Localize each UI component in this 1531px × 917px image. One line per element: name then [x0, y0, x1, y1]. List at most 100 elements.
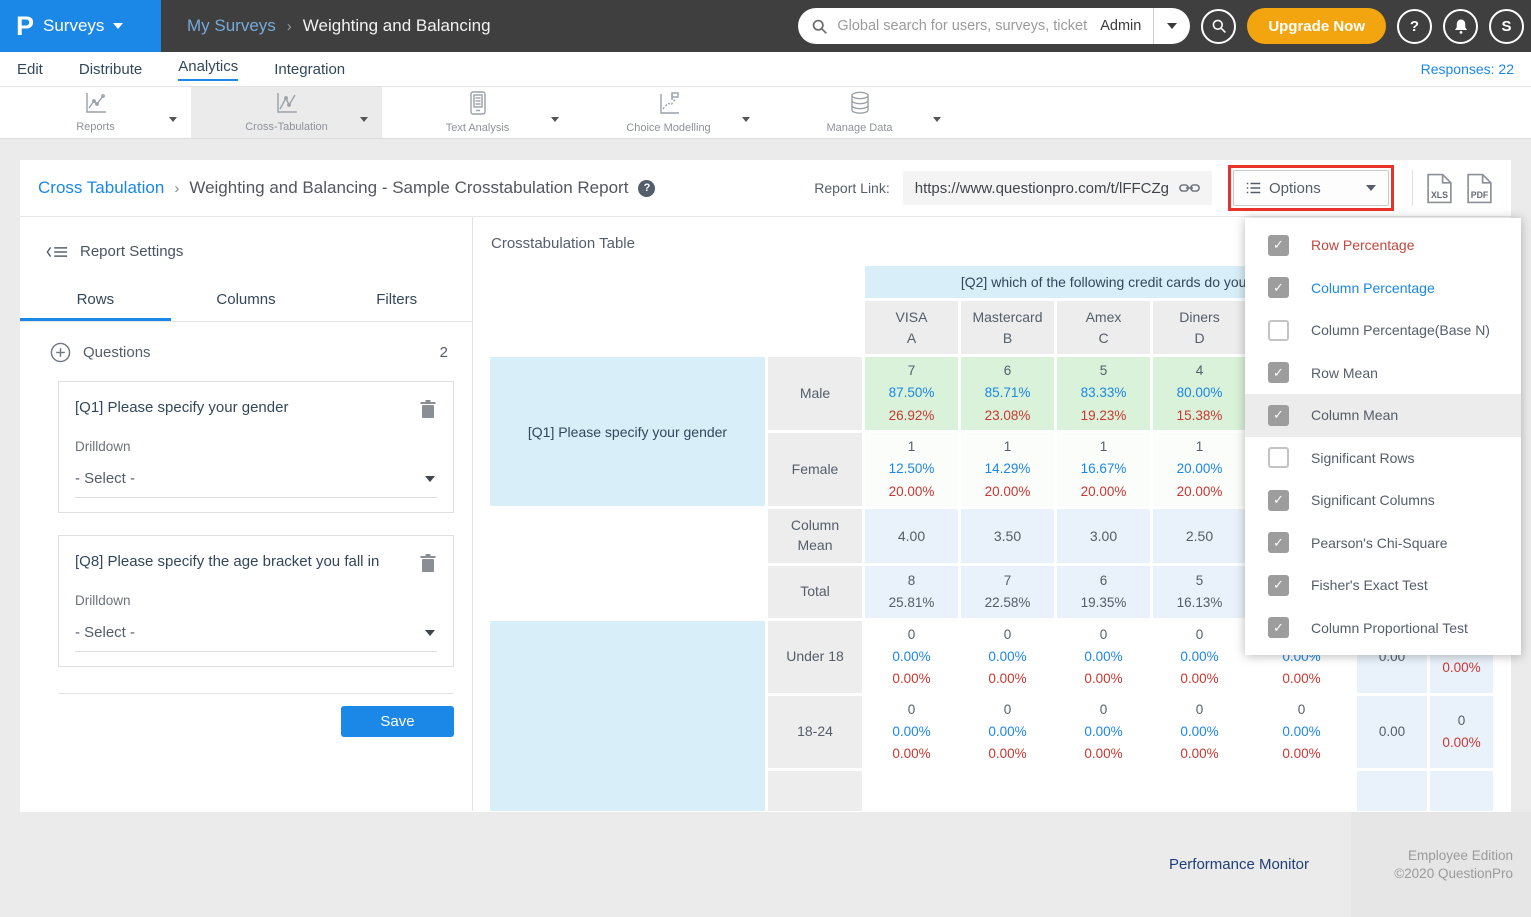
option-significant-columns[interactable]: ✓Significant Columns [1245, 479, 1521, 522]
option-label: Column Percentage [1311, 280, 1435, 296]
search-scope-dropdown[interactable] [1154, 8, 1190, 44]
checkbox-checked-icon[interactable]: ✓ [1268, 277, 1289, 298]
option-column-percentage[interactable]: ✓ Column Percentage [1245, 267, 1521, 310]
checkbox-checked-icon[interactable]: ✓ [1268, 362, 1289, 383]
breadcrumb-separator: › [287, 18, 292, 35]
checkbox-checked-icon[interactable]: ✓ [1268, 617, 1289, 638]
ribbon-tab-reports[interactable]: Reports [0, 87, 191, 138]
collapse-panel-icon[interactable] [46, 244, 68, 260]
ribbon-tab-cross-tabulation[interactable]: Cross-Tabulation [191, 87, 382, 138]
separator: › [174, 180, 179, 197]
drilldown-select[interactable]: - Select - [75, 458, 437, 498]
survey-nav: EditDistributeAnalyticsIntegration Respo… [0, 52, 1531, 87]
questionpro-logo: P [16, 13, 34, 40]
row-mean-cell: 0.00 [1357, 696, 1427, 768]
delete-question-icon[interactable] [419, 553, 437, 573]
settings-tab-filters[interactable]: Filters [321, 280, 472, 321]
chevron-down-icon[interactable] [169, 109, 177, 127]
help-icon[interactable]: ? [638, 180, 655, 197]
data-cell [1153, 771, 1246, 811]
ribbon-tab-manage-data[interactable]: Manage Data [764, 87, 955, 138]
reports-chart-icon [84, 92, 108, 119]
checkbox-unchecked-icon[interactable] [1268, 320, 1289, 341]
data-cell: 685.71%23.08% [961, 357, 1054, 430]
search-icon [811, 18, 828, 35]
question-title: [Q8] Please specify the age bracket you … [75, 553, 419, 570]
checkbox-checked-icon[interactable]: ✓ [1268, 405, 1289, 426]
option-significant-rows[interactable]: Significant Rows [1245, 437, 1521, 480]
add-questions-icon[interactable] [50, 342, 71, 363]
cross-tabulation-link[interactable]: Cross Tabulation [38, 178, 164, 198]
option-column-percentage-base-n[interactable]: Column Percentage(Base N) [1245, 309, 1521, 352]
option-label: Column Percentage(Base N) [1311, 322, 1490, 338]
data-cell: 00.00%0.00% [961, 696, 1054, 768]
option-column-proportional-test[interactable]: ✓ Column Proportional Test [1245, 607, 1521, 650]
report-settings-title: Report Settings [80, 243, 183, 260]
chevron-down-icon[interactable] [742, 109, 750, 127]
notifications-button[interactable] [1443, 9, 1478, 44]
chevron-down-icon[interactable] [551, 109, 559, 127]
account-avatar[interactable]: S [1489, 9, 1524, 44]
option-pearson-s-chi-square[interactable]: ✓Pearson's Chi-Square [1245, 522, 1521, 565]
checkbox-checked-icon[interactable]: ✓ [1268, 235, 1289, 256]
option-column-mean[interactable]: ✓ Column Mean [1245, 394, 1521, 437]
search-scope[interactable]: Admin [1088, 18, 1153, 34]
nav-item-distribute[interactable]: Distribute [79, 52, 142, 86]
link-icon[interactable] [1179, 181, 1200, 195]
option-row-percentage[interactable]: ✓Row Percentage [1245, 224, 1521, 267]
report-link-label: Report Link: [814, 180, 889, 196]
chevron-down-icon[interactable] [360, 109, 368, 127]
options-label: Options [1269, 180, 1321, 197]
performance-monitor-link[interactable]: Performance Monitor [1169, 856, 1309, 873]
questions-count: 2 [440, 344, 454, 361]
ribbon-tab-text-analysis[interactable]: Text Analysis [382, 87, 573, 138]
checkbox-unchecked-icon[interactable] [1268, 447, 1289, 468]
settings-tab-rows[interactable]: Rows [20, 280, 171, 321]
search-button[interactable] [1201, 9, 1236, 44]
search-input[interactable] [828, 18, 1088, 34]
option-label: Column Mean [1311, 407, 1398, 423]
delete-question-icon[interactable] [419, 399, 437, 419]
mean-cell: 3.50 [961, 509, 1054, 563]
mean-cell: 4.00 [865, 509, 958, 563]
question-title: [Q1] Please specify your gender [75, 399, 419, 416]
option-label: Fisher's Exact Test [1311, 577, 1428, 593]
product-switcher[interactable]: P Surveys [0, 0, 161, 52]
drilldown-select[interactable]: - Select - [75, 612, 437, 652]
nav-item-integration[interactable]: Integration [274, 52, 345, 86]
data-cell [1057, 771, 1150, 811]
option-row-mean[interactable]: ✓Row Mean [1245, 352, 1521, 395]
help-button[interactable]: ? [1397, 9, 1432, 44]
row-category: Female [768, 433, 862, 506]
total-row-cell: 722.58% [961, 566, 1054, 618]
analytics-ribbon: ReportsCross-TabulationText AnalysisChoi… [0, 87, 1531, 139]
export-pdf-button[interactable]: PDF [1466, 173, 1493, 204]
row-category: 18-24 [768, 696, 862, 768]
nav-item-analytics[interactable]: Analytics [178, 52, 238, 86]
report-link-url[interactable]: https://www.questionpro.com/t/lFFCZg [903, 171, 1212, 205]
mean-cell: 2.50 [1153, 509, 1246, 563]
checkbox-checked-icon[interactable]: ✓ [1268, 490, 1289, 511]
settings-tab-columns[interactable]: Columns [171, 280, 322, 321]
data-cell [865, 771, 958, 811]
question-cards: [Q1] Please specify your gender Drilldown… [20, 381, 472, 667]
data-cell: 00.00%0.00% [961, 621, 1054, 693]
chevron-down-icon[interactable] [933, 109, 941, 127]
breadcrumb-my-surveys[interactable]: My Surveys [187, 16, 276, 36]
save-button[interactable]: Save [341, 706, 454, 737]
card-column-header: VISAA [865, 301, 958, 354]
options-button[interactable]: Options [1233, 170, 1389, 206]
data-cell: 116.67%20.00% [1057, 433, 1150, 506]
checkbox-checked-icon[interactable]: ✓ [1268, 532, 1289, 553]
drilldown-label: Drilldown [75, 439, 437, 454]
option-label: Column Proportional Test [1311, 620, 1468, 636]
export-xls-button[interactable]: XLS [1426, 173, 1453, 204]
ribbon-tab-choice-modelling[interactable]: Choice Modelling [573, 87, 764, 138]
upgrade-now-button[interactable]: Upgrade Now [1247, 8, 1386, 44]
checkbox-checked-icon[interactable]: ✓ [1268, 575, 1289, 596]
option-fisher-s-exact-test[interactable]: ✓ Fisher's Exact Test [1245, 564, 1521, 607]
choice-modelling-icon [657, 92, 681, 120]
nav-item-edit[interactable]: Edit [17, 52, 43, 86]
url-text: https://www.questionpro.com/t/lFFCZg [915, 180, 1169, 197]
total-row-cell: 619.35% [1057, 566, 1150, 618]
